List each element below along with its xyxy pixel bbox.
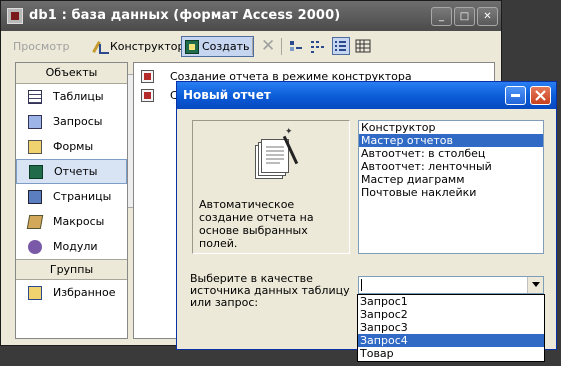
nav-item-pages[interactable]: Страницы (16, 184, 127, 209)
small-icons-icon (311, 41, 324, 53)
dialog-title: Новый отчет (183, 88, 271, 102)
reports-icon (29, 164, 43, 179)
report-shortcut-icon (141, 69, 154, 83)
help-icon (511, 94, 520, 97)
nav-item-tables[interactable]: Таблицы (16, 84, 127, 109)
delete-icon: ✕ (261, 36, 276, 56)
large-icons-icon (290, 41, 302, 51)
list-icon (335, 41, 346, 51)
source-option[interactable]: Запрос4 (358, 334, 544, 347)
nav-item-favorites[interactable]: Избранное (16, 280, 127, 305)
database-titlebar[interactable]: db1 : база данных (формат Access 2000) _… (1, 1, 501, 31)
wizard-description: Автоматическое создание отчета на основе… (199, 198, 314, 250)
access-app-icon[interactable] (7, 8, 23, 24)
nav-item-label: Страницы (53, 190, 112, 203)
dialog-titlebar[interactable]: Новый отчет (177, 82, 556, 109)
favorites-icon (28, 285, 42, 300)
delete-button[interactable]: ✕ (258, 36, 278, 57)
nav-item-queries[interactable]: Запросы (16, 109, 127, 134)
minimize-button[interactable]: _ (431, 7, 452, 26)
nav-item-label: Макросы (53, 215, 105, 228)
database-title: db1 : база данных (формат Access 2000) (29, 8, 341, 23)
create-label: Создать (202, 40, 250, 53)
objects-pane: Объекты Таблицы Запросы Формы Отчеты Стр… (15, 62, 128, 339)
source-label: Выберите в качестве источника данных таб… (190, 272, 350, 309)
large-icons-view-button[interactable] (287, 37, 305, 55)
source-combobox[interactable] (358, 276, 544, 294)
dialog-close-button[interactable] (530, 86, 551, 105)
nav-item-label: Запросы (53, 115, 103, 128)
nav-item-macros[interactable]: Макросы (16, 209, 127, 234)
source-option[interactable]: Запрос2 (358, 308, 544, 321)
source-option[interactable]: Товар (358, 347, 544, 360)
text-caret (361, 279, 362, 291)
details-view-button[interactable] (354, 37, 372, 55)
toolbar-separator (281, 38, 282, 55)
source-option[interactable]: Запрос3 (358, 321, 544, 334)
nav-item-modules[interactable]: Модули (16, 234, 127, 259)
close-icon (535, 90, 546, 101)
tables-icon (28, 89, 42, 104)
report-wizard-icon: ✦ (255, 127, 305, 181)
source-dropdown-list[interactable]: Запрос1 Запрос2 Запрос3 Запрос4 Товар (357, 294, 545, 362)
nav-item-label: Отчеты (54, 165, 98, 178)
preview-label: Просмотр (13, 40, 70, 53)
close-button[interactable]: ✕ (477, 7, 498, 26)
report-type-list[interactable]: Конструктор Мастер отчетов Автоотчет: в … (358, 120, 544, 254)
nav-item-label: Избранное (53, 286, 116, 299)
database-toolbar: Просмотр Конструктор Создать ✕ (2, 34, 500, 208)
report-type-item[interactable]: Мастер отчетов (359, 134, 543, 147)
maximize-button[interactable]: □ (454, 7, 475, 26)
toolbar-separator (252, 38, 253, 55)
report-type-item[interactable]: Конструктор (359, 121, 543, 134)
groups-header[interactable]: Группы (16, 259, 127, 280)
objects-header: Объекты (16, 63, 127, 84)
wizard-preview-pane: ✦ Автоматическое создание отчета на осно… (192, 120, 350, 254)
dropdown-button[interactable] (527, 277, 543, 293)
macros-icon (26, 214, 44, 229)
modules-icon (28, 239, 42, 254)
nav-item-label: Формы (53, 140, 94, 153)
chevron-down-icon (531, 282, 540, 287)
report-type-item[interactable]: Автоотчет: в столбец (359, 147, 543, 160)
nav-item-label: Модули (53, 240, 98, 253)
small-icons-view-button[interactable] (309, 37, 327, 55)
forms-icon (28, 139, 42, 154)
report-type-item[interactable]: Почтовые наклейки (359, 186, 543, 199)
queries-icon (28, 114, 42, 129)
list-view-button[interactable] (332, 37, 350, 55)
new-object-icon (185, 39, 199, 54)
source-option[interactable]: Запрос1 (358, 295, 544, 308)
design-button[interactable]: Конструктор (90, 36, 187, 57)
nav-item-reports[interactable]: Отчеты (16, 159, 127, 184)
details-icon (355, 39, 371, 53)
nav-item-forms[interactable]: Формы (16, 134, 127, 159)
nav-item-label: Таблицы (53, 90, 104, 103)
preview-button[interactable]: Просмотр (10, 36, 183, 208)
create-button[interactable]: Создать (181, 36, 254, 57)
report-type-item[interactable]: Автоотчет: ленточный (359, 160, 543, 173)
design-label: Конструктор (110, 40, 185, 53)
report-type-item[interactable]: Мастер диаграмм (359, 173, 543, 186)
report-shortcut-icon (141, 88, 154, 102)
pages-icon (28, 189, 42, 204)
design-icon (93, 40, 109, 54)
dialog-help-button[interactable] (505, 86, 526, 105)
